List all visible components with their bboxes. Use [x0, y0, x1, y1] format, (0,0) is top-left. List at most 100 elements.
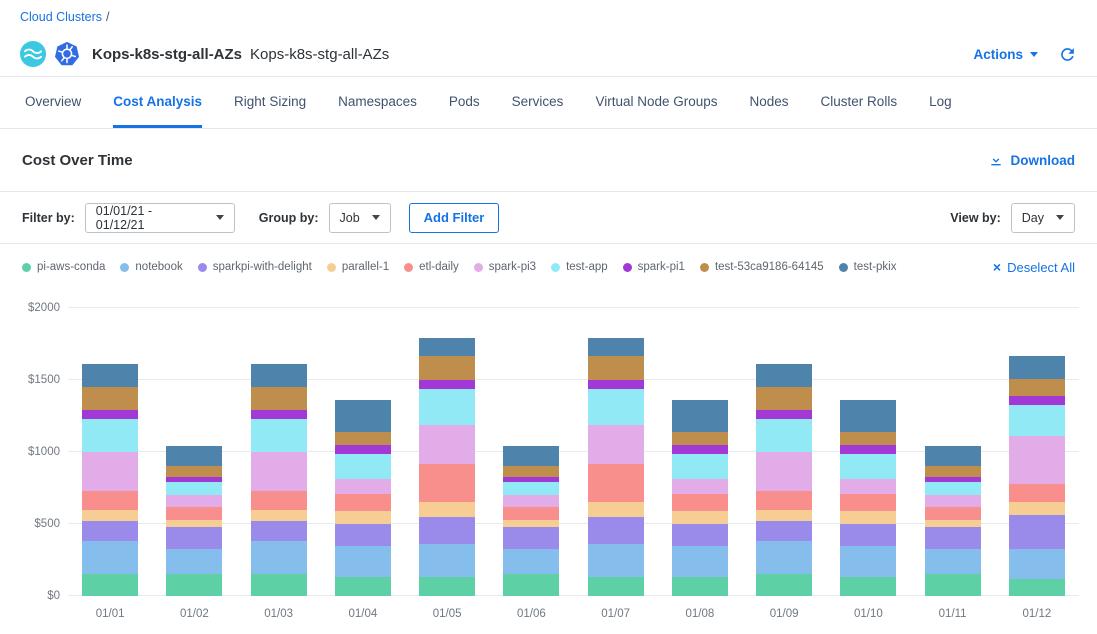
- bar-segment-test-pkix[interactable]: [756, 364, 812, 387]
- bar-segment-test-pkix[interactable]: [82, 364, 138, 387]
- bar-segment-sparkpi-with-delight[interactable]: [503, 527, 559, 549]
- bar-segment-parallel-1[interactable]: [335, 511, 391, 524]
- bar-segment-test-53ca9186-64145[interactable]: [756, 387, 812, 410]
- bar-segment-etl-daily[interactable]: [251, 491, 307, 510]
- bar-segment-test-app[interactable]: [166, 482, 222, 495]
- bar-segment-notebook[interactable]: [1009, 549, 1065, 579]
- actions-button[interactable]: Actions: [973, 47, 1038, 62]
- bar-segment-parallel-1[interactable]: [251, 510, 307, 522]
- bar-segment-test-app[interactable]: [672, 454, 728, 480]
- bar-segment-parallel-1[interactable]: [588, 502, 644, 516]
- bar-segment-pi-aws-conda[interactable]: [335, 577, 391, 596]
- bar-segment-sparkpi-with-delight[interactable]: [925, 527, 981, 549]
- bar-segment-test-53ca9186-64145[interactable]: [925, 466, 981, 476]
- legend-item-spark-pi3[interactable]: spark-pi3: [474, 261, 536, 273]
- bar-segment-etl-daily[interactable]: [756, 491, 812, 510]
- bar-segment-pi-aws-conda[interactable]: [503, 574, 559, 596]
- legend-item-sparkpi-with-delight[interactable]: sparkpi-with-delight: [198, 261, 312, 273]
- legend-item-etl-daily[interactable]: etl-daily: [404, 261, 459, 273]
- bar-segment-sparkpi-with-delight[interactable]: [82, 521, 138, 541]
- bar-segment-etl-daily[interactable]: [588, 464, 644, 503]
- bar-segment-sparkpi-with-delight[interactable]: [756, 521, 812, 541]
- bar-segment-notebook[interactable]: [82, 541, 138, 574]
- bar-segment-test-pkix[interactable]: [251, 364, 307, 387]
- legend-item-parallel-1[interactable]: parallel-1: [327, 261, 389, 273]
- stacked-bar-01-11[interactable]: [925, 308, 981, 596]
- bar-segment-etl-daily[interactable]: [925, 507, 981, 520]
- tab-cost-analysis[interactable]: Cost Analysis: [113, 77, 202, 128]
- bar-segment-etl-daily[interactable]: [1009, 484, 1065, 503]
- bar-segment-spark-pi3[interactable]: [840, 479, 896, 493]
- legend-item-test-app[interactable]: test-app: [551, 261, 608, 273]
- tab-cluster-rolls[interactable]: Cluster Rolls: [821, 77, 898, 128]
- bar-segment-test-app[interactable]: [588, 389, 644, 425]
- bar-segment-notebook[interactable]: [925, 549, 981, 575]
- tab-namespaces[interactable]: Namespaces: [338, 77, 417, 128]
- bar-segment-test-53ca9186-64145[interactable]: [251, 387, 307, 410]
- bar-segment-pi-aws-conda[interactable]: [756, 574, 812, 596]
- bar-segment-notebook[interactable]: [166, 549, 222, 575]
- bar-segment-test-pkix[interactable]: [335, 400, 391, 432]
- refresh-icon[interactable]: [1058, 45, 1077, 64]
- bar-segment-notebook[interactable]: [503, 549, 559, 575]
- bar-segment-notebook[interactable]: [840, 546, 896, 578]
- legend-item-pi-aws-conda[interactable]: pi-aws-conda: [22, 261, 105, 273]
- bar-segment-spark-pi1[interactable]: [756, 410, 812, 419]
- bar-segment-test-app[interactable]: [1009, 405, 1065, 437]
- bar-segment-test-53ca9186-64145[interactable]: [1009, 379, 1065, 396]
- bar-segment-parallel-1[interactable]: [840, 511, 896, 524]
- tab-virtual-node-groups[interactable]: Virtual Node Groups: [595, 77, 717, 128]
- stacked-bar-01-06[interactable]: [503, 308, 559, 596]
- bar-segment-test-53ca9186-64145[interactable]: [419, 356, 475, 380]
- bar-segment-parallel-1[interactable]: [166, 520, 222, 527]
- bar-segment-test-53ca9186-64145[interactable]: [672, 432, 728, 445]
- view-by-select[interactable]: Day: [1011, 203, 1075, 233]
- bar-segment-test-53ca9186-64145[interactable]: [840, 432, 896, 445]
- breadcrumb-cloud-clusters-link[interactable]: Cloud Clusters: [20, 10, 102, 24]
- bar-segment-test-app[interactable]: [419, 389, 475, 425]
- bar-segment-parallel-1[interactable]: [503, 520, 559, 527]
- bar-segment-sparkpi-with-delight[interactable]: [588, 517, 644, 544]
- tab-right-sizing[interactable]: Right Sizing: [234, 77, 306, 128]
- tab-overview[interactable]: Overview: [25, 77, 81, 128]
- bar-segment-pi-aws-conda[interactable]: [419, 577, 475, 596]
- bar-segment-pi-aws-conda[interactable]: [251, 574, 307, 596]
- bar-segment-spark-pi3[interactable]: [82, 452, 138, 491]
- bar-segment-notebook[interactable]: [251, 541, 307, 574]
- tab-log[interactable]: Log: [929, 77, 952, 128]
- bar-segment-test-53ca9186-64145[interactable]: [335, 432, 391, 445]
- bar-segment-test-app[interactable]: [335, 454, 391, 480]
- bar-segment-test-app[interactable]: [840, 454, 896, 480]
- deselect-all-button[interactable]: × Deselect All: [993, 260, 1075, 275]
- bar-segment-notebook[interactable]: [756, 541, 812, 574]
- stacked-bar-01-07[interactable]: [588, 308, 644, 596]
- bar-segment-spark-pi1[interactable]: [672, 445, 728, 454]
- bar-segment-test-app[interactable]: [82, 419, 138, 452]
- bar-segment-etl-daily[interactable]: [503, 507, 559, 520]
- tab-nodes[interactable]: Nodes: [750, 77, 789, 128]
- legend-item-test-pkix[interactable]: test-pkix: [839, 261, 897, 273]
- legend-item-notebook[interactable]: notebook: [120, 261, 182, 273]
- group-by-select[interactable]: Job: [329, 203, 391, 233]
- bar-segment-sparkpi-with-delight[interactable]: [335, 524, 391, 546]
- bar-segment-test-53ca9186-64145[interactable]: [503, 466, 559, 476]
- bar-segment-notebook[interactable]: [588, 544, 644, 577]
- bar-segment-etl-daily[interactable]: [419, 464, 475, 503]
- bar-segment-test-app[interactable]: [503, 482, 559, 495]
- bar-segment-spark-pi1[interactable]: [840, 445, 896, 454]
- bar-segment-spark-pi1[interactable]: [251, 410, 307, 419]
- bar-segment-etl-daily[interactable]: [82, 491, 138, 510]
- bar-segment-parallel-1[interactable]: [82, 510, 138, 522]
- bar-segment-etl-daily[interactable]: [840, 494, 896, 511]
- stacked-bar-01-08[interactable]: [672, 308, 728, 596]
- tab-services[interactable]: Services: [512, 77, 564, 128]
- bar-segment-sparkpi-with-delight[interactable]: [840, 524, 896, 546]
- bar-segment-test-pkix[interactable]: [840, 400, 896, 432]
- date-range-select[interactable]: 01/01/21 - 01/12/21: [85, 203, 235, 233]
- bar-segment-notebook[interactable]: [419, 544, 475, 577]
- bar-segment-test-pkix[interactable]: [503, 446, 559, 466]
- bar-segment-etl-daily[interactable]: [672, 494, 728, 511]
- bar-segment-spark-pi3[interactable]: [503, 495, 559, 507]
- bar-segment-test-pkix[interactable]: [925, 446, 981, 466]
- stacked-bar-01-01[interactable]: [82, 308, 138, 596]
